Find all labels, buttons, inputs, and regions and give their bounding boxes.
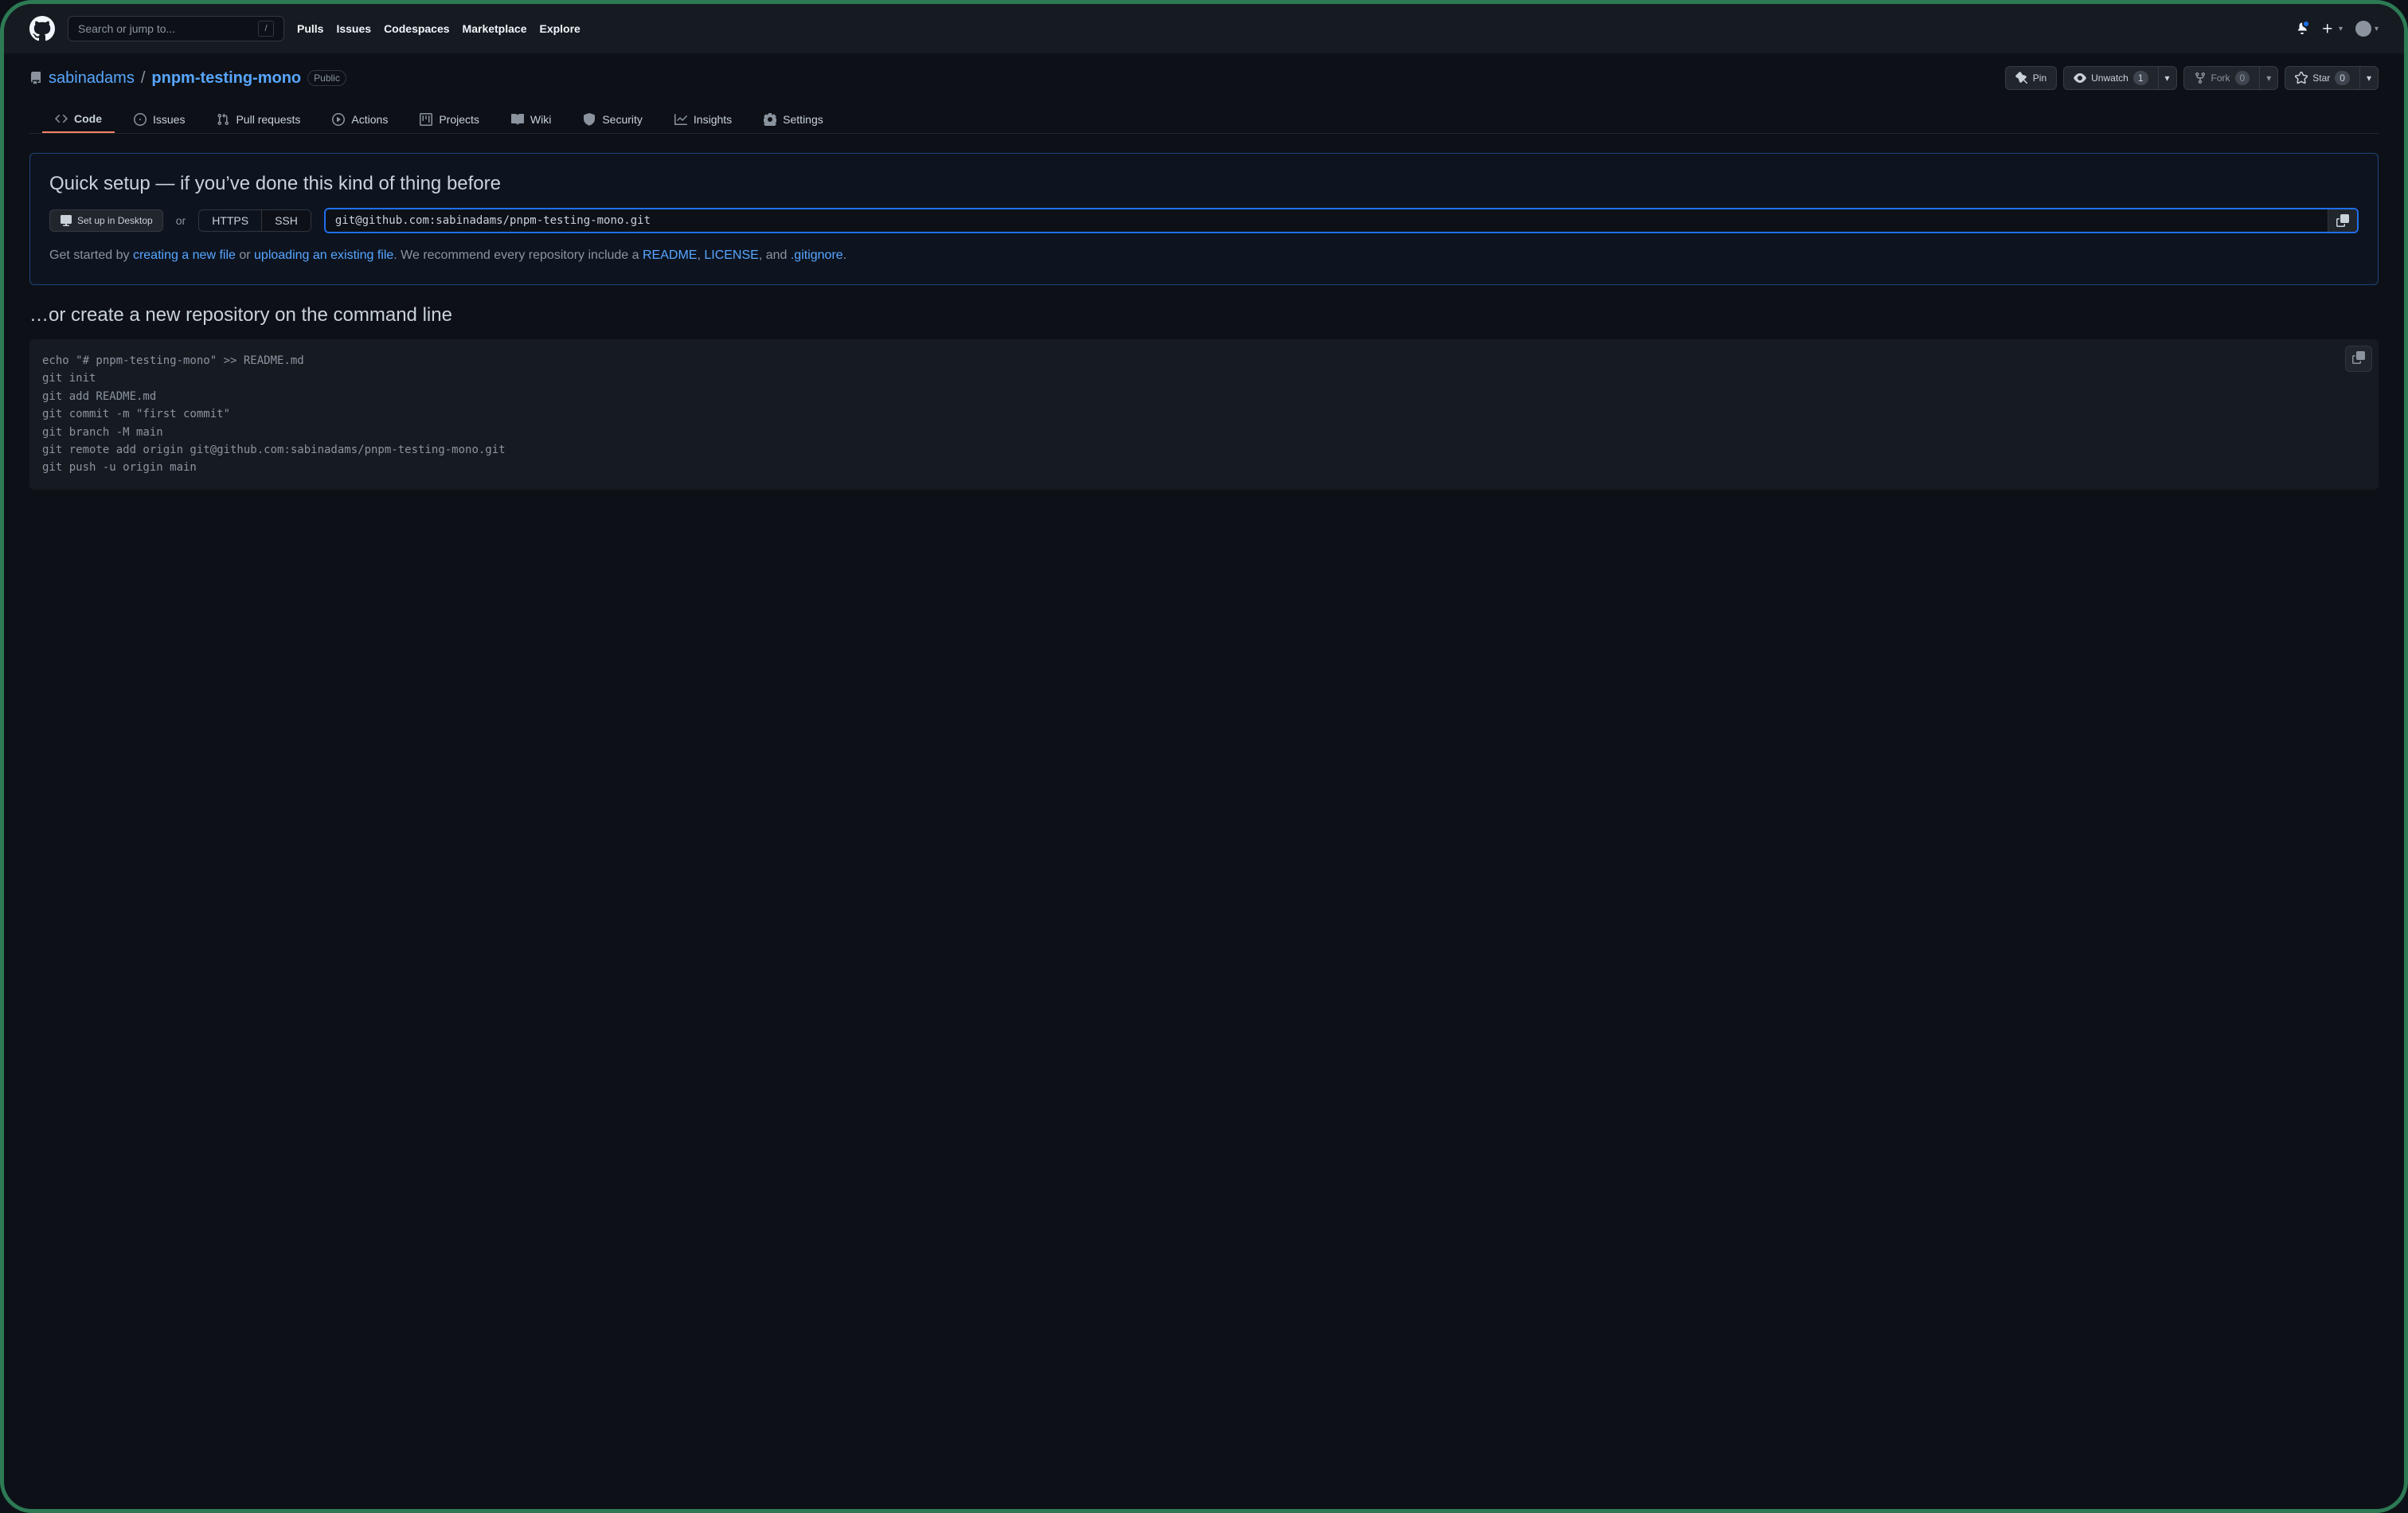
watch-count: 1	[2133, 71, 2148, 85]
create-repo-code[interactable]: echo "# pnpm-testing-mono" >> README.md …	[42, 352, 2366, 477]
notification-indicator	[2302, 20, 2310, 28]
link-upload-file[interactable]: uploading an existing file	[254, 248, 393, 262]
pin-label: Pin	[2033, 72, 2046, 84]
visibility-badge: Public	[307, 70, 346, 86]
fork-count: 0	[2235, 71, 2250, 85]
separator: /	[141, 69, 146, 88]
fork-label: Fork	[2211, 72, 2230, 84]
nav-pulls[interactable]: Pulls	[297, 22, 323, 35]
search-input[interactable]: Search or jump to... /	[68, 16, 284, 41]
tab-pull-requests[interactable]: Pull requests	[204, 106, 313, 133]
copy-url-button[interactable]	[2328, 209, 2357, 232]
star-button[interactable]: Star 0	[2285, 66, 2360, 90]
clone-url-input[interactable]	[326, 209, 2328, 232]
tab-code[interactable]: Code	[42, 106, 115, 133]
copy-code-button[interactable]	[2345, 346, 2372, 372]
star-label: Star	[2312, 72, 2330, 84]
unwatch-button[interactable]: Unwatch 1	[2063, 66, 2158, 90]
link-readme[interactable]: README	[643, 248, 697, 262]
github-logo[interactable]	[29, 16, 55, 41]
quick-setup-title: Quick setup — if you’ve done this kind o…	[49, 173, 2359, 195]
caret-down-icon: ▾	[2375, 25, 2379, 33]
repo-tabs: Code Issues Pull requests Actions Projec…	[29, 106, 2379, 134]
user-menu[interactable]: ▾	[2355, 21, 2379, 37]
avatar	[2355, 21, 2371, 37]
pin-button[interactable]: Pin	[2005, 66, 2057, 90]
search-slash-hint: /	[258, 21, 274, 37]
tab-wiki[interactable]: Wiki	[498, 106, 564, 133]
protocol-tabs: HTTPS SSH	[198, 209, 311, 232]
watch-dropdown[interactable]: ▾	[2159, 66, 2177, 90]
nav-explore[interactable]: Explore	[539, 22, 580, 35]
fork-dropdown[interactable]: ▾	[2260, 66, 2278, 90]
global-nav: Pulls Issues Codespaces Marketplace Expl…	[297, 22, 580, 35]
tab-https[interactable]: HTTPS	[199, 210, 261, 231]
main-content: Quick setup — if you’ve done this kind o…	[4, 134, 2404, 509]
search-placeholder: Search or jump to...	[78, 22, 175, 35]
repo-name-link[interactable]: pnpm-testing-mono	[151, 69, 301, 88]
create-repo-code-block: echo "# pnpm-testing-mono" >> README.md …	[29, 339, 2379, 490]
create-repo-title: …or create a new repository on the comma…	[29, 304, 2379, 326]
quick-setup-text: Get started by creating a new file or up…	[49, 246, 2359, 265]
nav-issues[interactable]: Issues	[336, 22, 371, 35]
fork-button[interactable]: Fork 0	[2183, 66, 2261, 90]
star-dropdown[interactable]: ▾	[2360, 66, 2379, 90]
setup-desktop-label: Set up in Desktop	[77, 215, 153, 226]
tab-issues[interactable]: Issues	[121, 106, 197, 133]
nav-marketplace[interactable]: Marketplace	[463, 22, 527, 35]
quick-setup-box: Quick setup — if you’ve done this kind o…	[29, 153, 2379, 285]
setup-desktop-button[interactable]: Set up in Desktop	[49, 209, 163, 232]
link-new-file[interactable]: creating a new file	[133, 248, 236, 262]
global-header: Search or jump to... / Pulls Issues Code…	[4, 4, 2404, 53]
tab-ssh[interactable]: SSH	[261, 210, 311, 231]
notifications-button[interactable]	[2296, 22, 2308, 37]
tab-insights[interactable]: Insights	[662, 106, 745, 133]
repo-icon	[29, 72, 42, 84]
tab-settings[interactable]: Settings	[751, 106, 836, 133]
or-text: or	[176, 214, 186, 227]
tab-security[interactable]: Security	[570, 106, 655, 133]
owner-link[interactable]: sabinadams	[49, 69, 135, 88]
tab-projects[interactable]: Projects	[407, 106, 492, 133]
unwatch-label: Unwatch	[2091, 72, 2128, 84]
star-count: 0	[2335, 71, 2350, 85]
caret-down-icon: ▾	[2339, 25, 2343, 33]
create-new-dropdown[interactable]: ▾	[2321, 22, 2343, 35]
repo-header: sabinadams / pnpm-testing-mono Public Pi…	[4, 53, 2404, 134]
clone-url-row	[324, 208, 2359, 233]
tab-actions[interactable]: Actions	[319, 106, 401, 133]
link-gitignore[interactable]: .gitignore	[791, 248, 843, 262]
link-license[interactable]: LICENSE	[704, 248, 758, 262]
nav-codespaces[interactable]: Codespaces	[384, 22, 449, 35]
